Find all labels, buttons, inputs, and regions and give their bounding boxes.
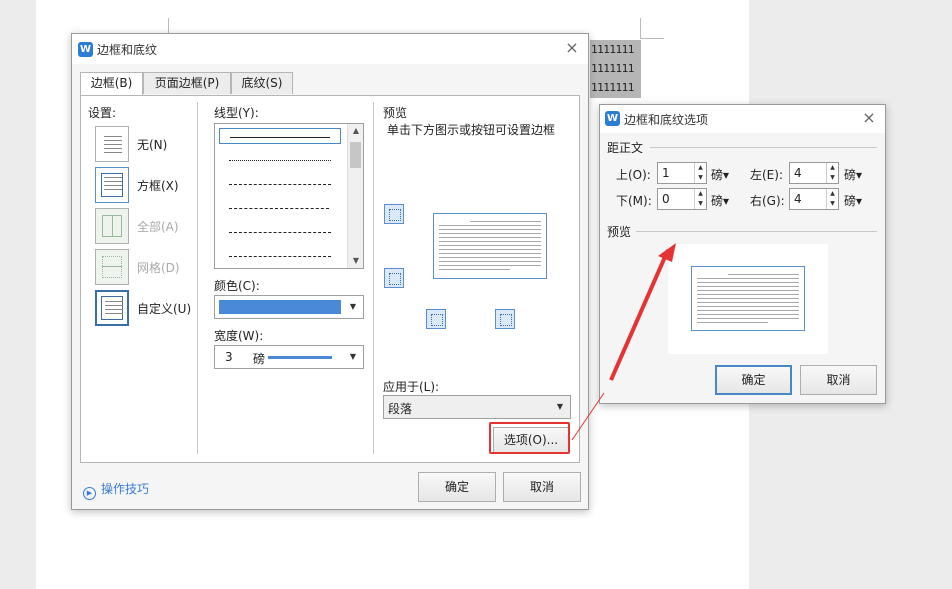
annotation-arrow	[571, 243, 676, 441]
